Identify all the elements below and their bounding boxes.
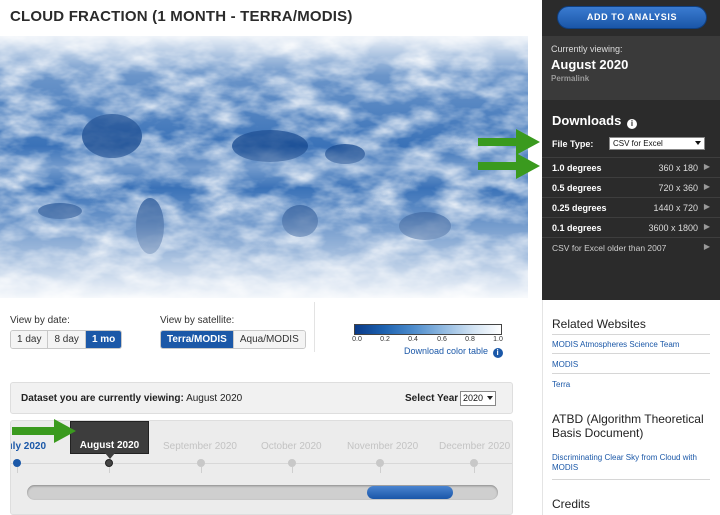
map-image xyxy=(0,36,528,298)
credits-heading: Credits xyxy=(552,497,591,511)
timeline-dot[interactable] xyxy=(470,459,478,467)
divider xyxy=(552,479,710,480)
currently-viewing-box: Currently viewing: August 2020 Permalink xyxy=(542,36,720,100)
add-to-analysis-button[interactable]: ADD TO ANALYSIS xyxy=(557,6,707,29)
file-type-select[interactable]: CSV for Excel xyxy=(609,137,705,150)
resolution-name: 1.0 degrees xyxy=(552,163,602,173)
date-toggle: 1 day 8 day 1 mo xyxy=(10,330,123,349)
file-type-value: CSV for Excel xyxy=(613,139,663,148)
timeline-dot[interactable] xyxy=(13,459,21,467)
resolution-dimensions: 3600 x 1800 xyxy=(648,223,698,233)
timeline-dot[interactable] xyxy=(288,459,296,467)
chevron-right-icon: ▶ xyxy=(703,202,710,211)
download-color-table-link[interactable]: Download color table i xyxy=(404,346,503,358)
related-websites-heading: Related Websites xyxy=(552,317,646,331)
dataset-bar: Dataset you are currently viewing: Augus… xyxy=(10,382,513,414)
timeline-dot-selected[interactable] xyxy=(105,459,113,467)
timeline-tick xyxy=(109,467,110,473)
date-label: View by date: xyxy=(10,315,70,326)
date-1-month-button[interactable]: 1 mo xyxy=(85,331,122,348)
resolution-row[interactable]: 0.5 degrees 720 x 360 ▶ xyxy=(542,177,720,197)
divider xyxy=(552,353,710,354)
color-tick: 0.2 xyxy=(380,336,390,343)
date-1-day-button[interactable]: 1 day xyxy=(11,331,49,348)
year-select[interactable]: 2020 xyxy=(460,391,496,406)
selected-month-tooltip: August 2020 xyxy=(70,421,149,459)
arrow-icon xyxy=(478,153,540,179)
divider xyxy=(552,373,710,374)
chevron-right-icon: ▶ xyxy=(703,182,710,191)
terra-modis-button[interactable]: Terra/MODIS xyxy=(161,331,234,348)
info-icon[interactable]: i xyxy=(492,348,503,358)
info-icon[interactable]: i xyxy=(626,119,637,129)
chevron-right-icon: ▶ xyxy=(703,222,710,231)
timeline-tick xyxy=(380,467,381,473)
timeline-axis xyxy=(11,463,512,464)
timeline-month[interactable]: September 2020 xyxy=(163,441,237,452)
color-scale-bar xyxy=(354,324,502,335)
timeline-scrollbar[interactable] xyxy=(27,485,498,500)
aqua-modis-button[interactable]: Aqua/MODIS xyxy=(233,331,305,348)
resolution-row[interactable]: 0.1 degrees 3600 x 1800 ▶ xyxy=(542,217,720,237)
timeline-tick xyxy=(292,467,293,473)
downloads-title: Downloads xyxy=(552,113,622,128)
timeline-month[interactable]: December 2020 xyxy=(439,441,510,452)
permalink-link[interactable]: Permalink xyxy=(551,74,589,83)
timeline-tick xyxy=(201,467,202,473)
download-color-table-label: Download color table xyxy=(404,346,489,356)
page-title: CLOUD FRACTION (1 MONTH - TERRA/MODIS) xyxy=(10,8,353,25)
color-tick: 1.0 xyxy=(493,336,503,343)
related-link[interactable]: MODIS Atmospheres Science Team xyxy=(552,340,679,349)
dataset-label-text: Dataset you are currently viewing: xyxy=(21,393,184,404)
timeline-dot[interactable] xyxy=(197,459,205,467)
date-8-day-button[interactable]: 8 day xyxy=(48,331,86,348)
currently-viewing-label: Currently viewing: xyxy=(551,44,623,54)
color-tick: 0.6 xyxy=(437,336,447,343)
resolution-row[interactable]: 0.25 degrees 1440 x 720 ▶ xyxy=(542,197,720,217)
resolution-dimensions: 360 x 180 xyxy=(658,163,698,173)
atbd-heading: ATBD (Algorithm Theoretical Basis Docume… xyxy=(552,412,704,440)
chevron-right-icon: ▶ xyxy=(703,242,710,251)
timeline-dot[interactable] xyxy=(376,459,384,467)
file-type-label: File Type: xyxy=(552,139,594,149)
timeline-scroll-thumb[interactable] xyxy=(367,486,453,499)
resolution-name: 0.25 degrees xyxy=(552,203,607,213)
divider xyxy=(542,300,543,515)
resolution-name: 0.1 degrees xyxy=(552,223,602,233)
color-tick: 0.8 xyxy=(465,336,475,343)
related-link[interactable]: MODIS xyxy=(552,360,578,369)
chevron-down-icon xyxy=(695,141,701,145)
satellite-toggle: Terra/MODIS Aqua/MODIS xyxy=(160,330,306,349)
downloads-heading: Downloads i xyxy=(552,113,637,129)
dataset-value: August 2020 xyxy=(186,393,243,404)
arrow-icon xyxy=(12,419,76,443)
cloud-fraction-map[interactable] xyxy=(0,36,528,298)
divider xyxy=(552,334,710,335)
currently-viewing-value: August 2020 xyxy=(551,57,629,72)
color-tick: 0.4 xyxy=(408,336,418,343)
timeline-month[interactable]: November 2020 xyxy=(347,441,418,452)
resolution-name: 0.5 degrees xyxy=(552,183,602,193)
chevron-right-icon: ▶ xyxy=(703,162,710,171)
color-tick: 0.0 xyxy=(352,336,362,343)
timeline-tick xyxy=(474,467,475,473)
select-year-label: Select Year xyxy=(405,393,459,404)
resolution-dimensions: 720 x 360 xyxy=(658,183,698,193)
satellite-label: View by satellite: xyxy=(160,315,235,326)
divider xyxy=(314,302,315,352)
resolution-dimensions: 1440 x 720 xyxy=(653,203,698,213)
atbd-link[interactable]: Discriminating Clear Sky from Cloud with… xyxy=(552,453,712,473)
older-csv-link: CSV for Excel older than 2007 xyxy=(552,243,667,253)
timeline-tick xyxy=(17,467,18,473)
dataset-label: Dataset you are currently viewing: Augus… xyxy=(21,393,242,404)
color-scale-ticks: 0.0 0.2 0.4 0.6 0.8 1.0 xyxy=(352,336,504,346)
year-select-value: 2020 xyxy=(463,393,484,403)
timeline[interactable]: July 2020 August 2020 September 2020 Oct… xyxy=(10,420,513,515)
related-link[interactable]: Terra xyxy=(552,380,570,389)
resolution-row[interactable]: 1.0 degrees 360 x 180 ▶ xyxy=(542,157,720,177)
older-csv-row[interactable]: CSV for Excel older than 2007 ▶ xyxy=(542,237,720,257)
timeline-month[interactable]: October 2020 xyxy=(261,441,322,452)
page: CLOUD FRACTION (1 MONTH - TERRA/MODIS) V… xyxy=(0,0,720,515)
chevron-down-icon xyxy=(487,396,493,400)
